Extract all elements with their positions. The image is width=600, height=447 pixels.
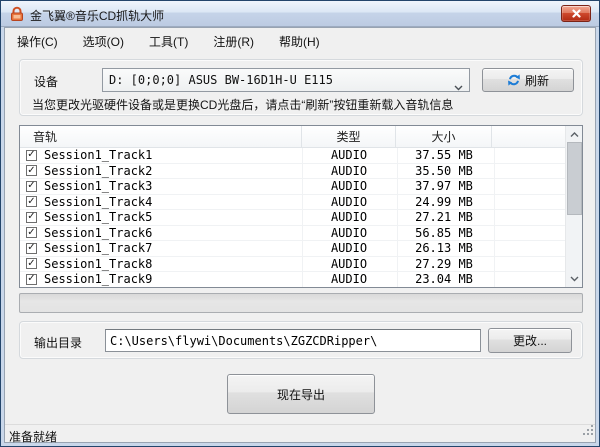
column-header-track[interactable]: 音轨	[20, 126, 302, 147]
check-icon: ✓	[27, 149, 36, 161]
track-type: AUDIO	[330, 225, 368, 240]
check-icon: ✓	[27, 257, 36, 269]
output-dir-label: 输出目录	[34, 336, 83, 350]
track-row[interactable]: ✓ Session1_Track9 AUDIO 23.04 MB	[20, 272, 565, 287]
track-table: 音轨 类型 大小 ✓ Session1_Track1 AUDIO 37.55 M…	[19, 125, 583, 288]
resize-grip[interactable]	[581, 423, 594, 441]
menu-item-register[interactable]: 注册(R)	[203, 30, 264, 53]
refresh-button-label: 刷新	[524, 73, 549, 88]
device-label: 设备	[34, 75, 59, 89]
track-size: 27.21 MB	[415, 210, 473, 225]
track-type: AUDIO	[330, 179, 368, 194]
app-window: 金飞翼®音乐CD抓轨大师 操作(C) 选项(O) 工具(T) 注册(R) 帮助(…	[0, 0, 600, 447]
track-checkbox[interactable]: ✓	[26, 242, 37, 254]
track-row[interactable]: ✓ Session1_Track3 AUDIO 37.97 MB	[20, 179, 565, 195]
menu-item-options[interactable]: 选项(O)	[73, 30, 134, 53]
track-row[interactable]: ✓ Session1_Track5 AUDIO 27.21 MB	[20, 210, 565, 226]
menu-item-help[interactable]: 帮助(H)	[269, 30, 330, 53]
track-checkbox[interactable]: ✓	[26, 149, 37, 161]
track-size: 24.99 MB	[415, 194, 473, 209]
app-icon	[9, 6, 25, 22]
track-type: AUDIO	[330, 210, 368, 225]
track-name: Session1_Track6	[44, 225, 153, 240]
column-header-type[interactable]: 类型	[302, 126, 396, 147]
check-icon: ✓	[27, 226, 36, 238]
table-header: 音轨 类型 大小	[20, 126, 565, 148]
output-path-input[interactable]	[105, 329, 481, 352]
track-row[interactable]: ✓ Session1_Track8 AUDIO 27.29 MB	[20, 256, 565, 272]
status-bar: 准备就绪	[5, 423, 595, 444]
device-group: 设备 D: [0;0;0] ASUS BW-16D1H-U E115 刷新 当您…	[19, 59, 583, 116]
output-group: 输出目录 更改...	[19, 321, 583, 359]
scroll-down-button[interactable]	[566, 270, 583, 287]
scrollbar-thumb[interactable]	[567, 142, 582, 215]
close-button[interactable]	[561, 5, 591, 22]
device-hint-text: 当您更改光驱硬件设备或是更换CD光盘后，请点击“刷新”按钮重新载入音轨信息	[32, 98, 454, 112]
title-bar[interactable]: 金飞翼®音乐CD抓轨大师	[1, 1, 599, 27]
menu-item-operation[interactable]: 操作(C)	[7, 30, 68, 53]
track-type: AUDIO	[330, 148, 368, 163]
track-size: 23.04 MB	[415, 272, 473, 287]
track-row[interactable]: ✓ Session1_Track2 AUDIO 35.50 MB	[20, 163, 565, 179]
track-size: 37.55 MB	[415, 148, 473, 163]
track-row[interactable]: ✓ Session1_Track1 AUDIO 37.55 MB	[20, 148, 565, 164]
track-checkbox[interactable]: ✓	[26, 273, 37, 285]
column-header-empty	[492, 126, 565, 147]
track-size: 35.50 MB	[415, 163, 473, 178]
track-name: Session1_Track9	[44, 272, 153, 287]
check-icon: ✓	[27, 195, 36, 207]
track-row[interactable]: ✓ Session1_Track7 AUDIO 26.13 MB	[20, 241, 565, 257]
progress-bar	[19, 293, 583, 313]
track-size: 37.97 MB	[415, 179, 473, 194]
device-selected-value: D: [0;0;0] ASUS BW-16D1H-U E115	[109, 73, 333, 87]
track-row[interactable]: ✓ Session1_Track6 AUDIO 56.85 MB	[20, 225, 565, 241]
table-body: ✓ Session1_Track1 AUDIO 37.55 MB ✓ Sessi…	[20, 148, 565, 287]
vertical-scrollbar[interactable]	[565, 126, 582, 287]
track-type: AUDIO	[330, 163, 368, 178]
track-type: AUDIO	[330, 241, 368, 256]
track-name: Session1_Track7	[44, 241, 153, 256]
chevron-down-icon	[454, 78, 463, 96]
track-size: 56.85 MB	[415, 225, 473, 240]
change-button[interactable]: 更改...	[488, 328, 572, 353]
track-type: AUDIO	[330, 194, 368, 209]
track-name: Session1_Track1	[44, 148, 153, 163]
check-icon: ✓	[27, 211, 36, 223]
check-icon: ✓	[27, 242, 36, 254]
column-header-size[interactable]: 大小	[396, 126, 492, 147]
track-checkbox[interactable]: ✓	[26, 257, 37, 270]
track-checkbox[interactable]: ✓	[26, 226, 37, 239]
track-checkbox[interactable]: ✓	[26, 211, 37, 223]
menu-item-tools[interactable]: 工具(T)	[139, 30, 198, 53]
export-button[interactable]: 现在导出	[227, 374, 375, 414]
check-icon: ✓	[27, 180, 36, 192]
refresh-icon	[507, 73, 521, 87]
scroll-up-button[interactable]	[566, 126, 583, 143]
track-checkbox[interactable]: ✓	[26, 180, 37, 192]
close-icon	[571, 5, 581, 23]
track-checkbox[interactable]: ✓	[26, 195, 37, 208]
track-checkbox[interactable]: ✓	[26, 164, 37, 177]
track-name: Session1_Track8	[44, 256, 153, 271]
check-icon: ✓	[27, 164, 36, 176]
track-name: Session1_Track3	[44, 179, 153, 194]
track-row[interactable]: ✓ Session1_Track4 AUDIO 24.99 MB	[20, 194, 565, 210]
track-type: AUDIO	[330, 272, 368, 287]
track-name: Session1_Track2	[44, 163, 153, 178]
track-name: Session1_Track4	[44, 194, 153, 209]
window-title: 金飞翼®音乐CD抓轨大师	[30, 9, 165, 23]
track-size: 26.13 MB	[415, 241, 473, 256]
status-text: 准备就绪	[9, 430, 58, 444]
track-type: AUDIO	[330, 256, 368, 271]
track-name: Session1_Track5	[44, 210, 153, 225]
track-size: 27.29 MB	[415, 256, 473, 271]
refresh-button[interactable]: 刷新	[482, 68, 574, 92]
menu-bar: 操作(C) 选项(O) 工具(T) 注册(R) 帮助(H)	[7, 30, 593, 52]
device-select[interactable]: D: [0;0;0] ASUS BW-16D1H-U E115	[102, 68, 470, 92]
check-icon: ✓	[27, 273, 36, 285]
